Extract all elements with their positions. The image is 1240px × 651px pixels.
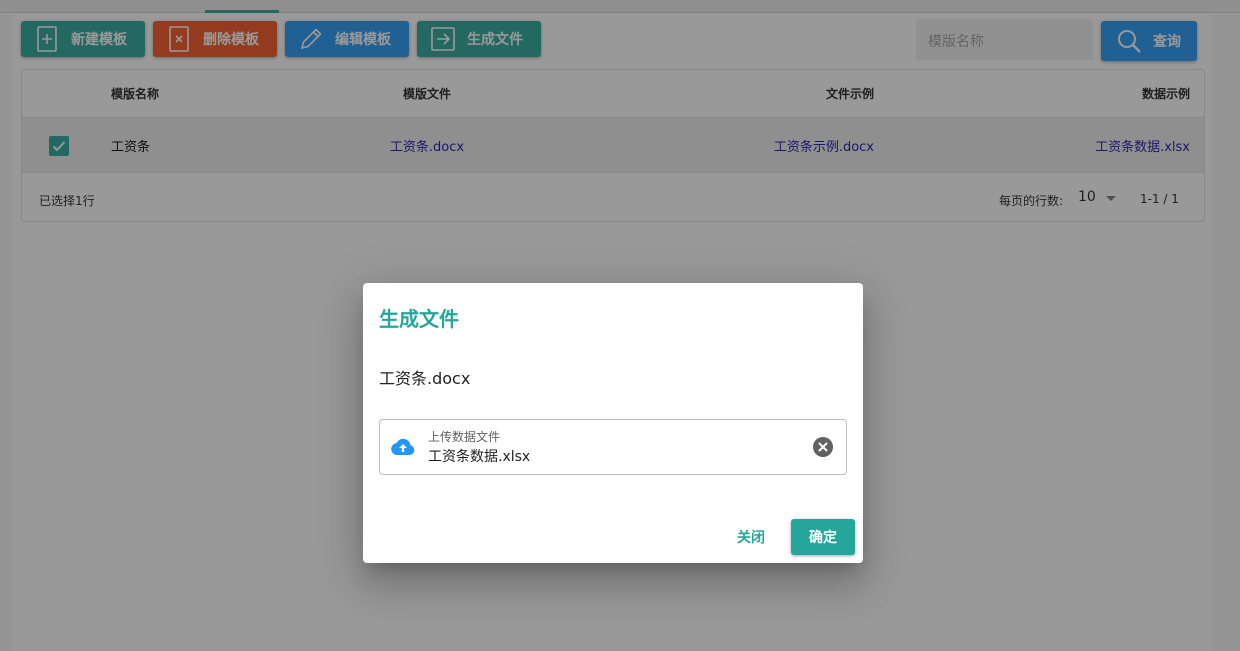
upload-data-file-field[interactable]: 上传数据文件 工资条数据.xlsx xyxy=(379,419,847,475)
clear-circle-icon[interactable] xyxy=(812,436,834,458)
dialog-close-button[interactable]: 关闭 xyxy=(725,519,777,555)
generate-file-dialog: 生成文件 工资条.docx 上传数据文件 工资条数据.xlsx 关闭 确定 xyxy=(363,283,863,563)
dialog-template-file: 工资条.docx xyxy=(379,369,471,388)
cloud-upload-icon[interactable] xyxy=(390,435,416,459)
upload-field-value: 工资条数据.xlsx xyxy=(428,449,531,465)
upload-field-label: 上传数据文件 xyxy=(428,430,501,444)
dialog-confirm-button[interactable]: 确定 xyxy=(791,519,855,555)
dialog-title: 生成文件 xyxy=(379,307,459,331)
